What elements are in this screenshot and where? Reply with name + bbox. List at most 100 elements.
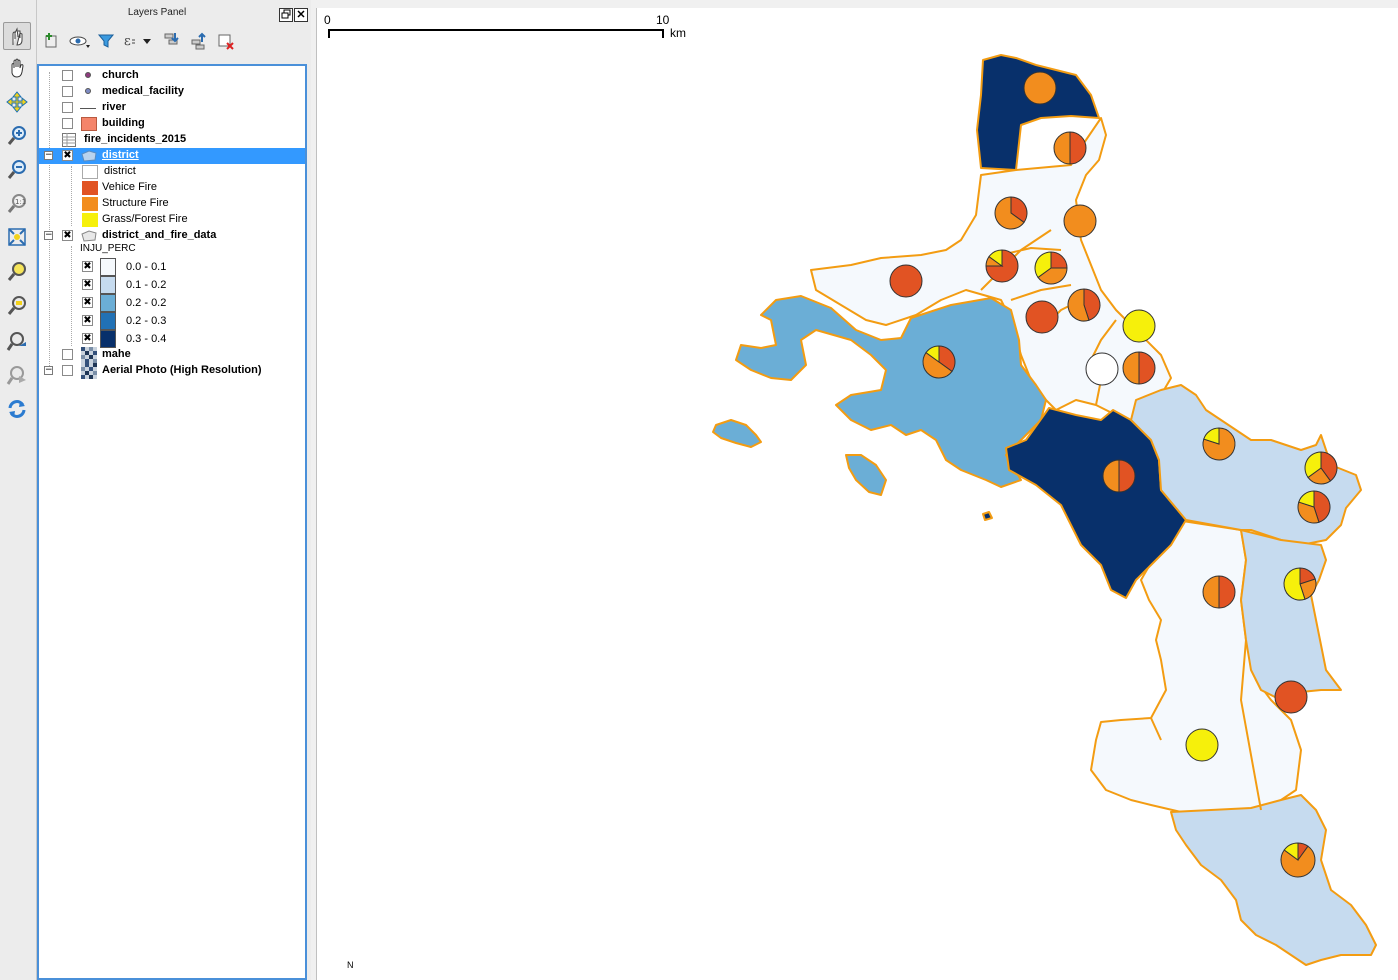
polygon-layer-icon [81, 150, 97, 165]
class-item-1[interactable]: ✖ 0.0 - 0.1 [39, 258, 305, 276]
district-polygon[interactable] [735, 295, 1047, 488]
structure-fire-item: Structure Fire [39, 196, 305, 212]
district-polygon[interactable] [1170, 794, 1377, 966]
river-line-icon [80, 108, 96, 109]
layer-mahe[interactable]: mahe [39, 347, 305, 363]
grass-fire-label: Grass/Forest Fire [102, 213, 188, 225]
class-2-checkbox[interactable]: ✖ [82, 279, 93, 290]
island-polygon[interactable] [982, 511, 993, 521]
expand-all-icon[interactable] [163, 32, 181, 50]
class-3-label: 0.2 - 0.2 [126, 297, 167, 309]
collapse-district-icon[interactable]: − [44, 151, 53, 160]
aerial-label: Aerial Photo (High Resolution) [102, 364, 262, 376]
island-polygon[interactable] [845, 454, 887, 496]
layer-medical-facility[interactable]: medical_facility [39, 84, 305, 100]
north-arrow-label: N [347, 960, 354, 970]
add-group-icon[interactable] [43, 32, 61, 50]
district-label: district [102, 149, 139, 161]
class-item-4[interactable]: ✖ 0.2 - 0.3 [39, 312, 305, 330]
inju-field-label: INJU_PERC [80, 243, 136, 254]
map-svg[interactable]: 0 10 km N [317, 8, 1398, 980]
class-4-swatch [100, 312, 116, 330]
zoom-out-icon[interactable] [3, 155, 31, 183]
class-3-checkbox[interactable]: ✖ [82, 297, 93, 308]
grass-fire-swatch [82, 213, 98, 227]
layer-building[interactable]: building [39, 116, 305, 132]
collapse-aerial-icon[interactable]: − [44, 366, 53, 375]
building-label: building [102, 117, 145, 129]
pan-to-selection-icon[interactable] [3, 88, 31, 116]
pan-icon[interactable] [3, 54, 31, 82]
class-item-3[interactable]: ✖ 0.2 - 0.2 [39, 294, 305, 312]
district-fire-checkbox[interactable]: ✖ [62, 230, 73, 241]
class-item-2[interactable]: ✖ 0.1 - 0.2 [39, 276, 305, 294]
pie-slice [1274, 680, 1308, 714]
structure-fire-label: Structure Fire [102, 197, 169, 209]
layers-panel: Layers Panel ε church medical_facility r… [37, 0, 311, 980]
district-fire-label: district_and_fire_data [102, 229, 217, 241]
layer-aerial-photo[interactable]: − Aerial Photo (High Resolution) [39, 363, 305, 379]
expression-filter-icon[interactable]: ε [123, 32, 151, 50]
zoom-last-icon[interactable] [3, 327, 31, 355]
zoom-native-icon[interactable]: 1:1 [3, 189, 31, 217]
district-polygon[interactable] [1240, 529, 1342, 701]
vehicle-fire-item: Vehice Fire [39, 180, 305, 196]
layer-river[interactable]: river [39, 100, 305, 116]
inju-field-item: INJU_PERC [39, 242, 305, 258]
layer-district[interactable]: − ✖ district [39, 148, 305, 164]
zoom-full-icon[interactable] [3, 223, 31, 251]
scale-start-label: 0 [324, 13, 331, 27]
layer-fire-incidents[interactable]: fire_incidents_2015 [39, 132, 305, 148]
class-1-label: 0.0 - 0.1 [126, 261, 167, 273]
scale-end-label: 10 [656, 13, 670, 27]
district-swatch [82, 165, 98, 179]
restore-icon[interactable] [279, 8, 293, 22]
fire-incidents-label: fire_incidents_2015 [84, 133, 187, 145]
pie-slice [1053, 131, 1071, 165]
church-checkbox[interactable] [62, 70, 73, 81]
medical-facility-checkbox[interactable] [62, 86, 73, 97]
building-checkbox[interactable] [62, 118, 73, 129]
class-item-5[interactable]: ✖ 0.3 - 0.4 [39, 330, 305, 348]
class-1-swatch [100, 258, 116, 276]
collapse-all-icon[interactable] [190, 32, 208, 50]
vehicle-fire-swatch [82, 181, 98, 195]
scale-unit-label: km [670, 26, 686, 40]
remove-layer-icon[interactable] [217, 32, 235, 50]
pie-empty [1085, 352, 1119, 386]
map-navigation-toolbar: 1:1 [0, 0, 37, 980]
class-2-swatch [100, 276, 116, 294]
zoom-next-icon[interactable] [3, 361, 31, 389]
close-icon[interactable] [294, 8, 308, 22]
class-4-checkbox[interactable]: ✖ [82, 315, 93, 326]
scale-bar: 0 10 km [324, 13, 686, 40]
zoom-to-selection-icon[interactable] [3, 257, 31, 285]
layer-tree: church medical_facility river building f… [37, 64, 307, 980]
panel-title: Layers Panel [127, 7, 187, 18]
refresh-icon[interactable] [3, 395, 31, 423]
map-canvas[interactable]: 0 10 km N [316, 8, 1398, 980]
layer-church[interactable]: church [39, 68, 305, 84]
district-checkbox[interactable]: ✖ [62, 150, 73, 161]
zoom-to-layer-icon[interactable] [3, 291, 31, 319]
mahe-checkbox[interactable] [62, 349, 73, 360]
class-5-checkbox[interactable]: ✖ [82, 333, 93, 344]
structure-fire-swatch [82, 197, 98, 211]
medical-facility-label: medical_facility [102, 85, 184, 97]
class-1-checkbox[interactable]: ✖ [82, 261, 93, 272]
vehicle-fire-label: Vehice Fire [102, 181, 158, 193]
river-label: river [102, 101, 126, 113]
visibility-icon[interactable] [69, 32, 90, 50]
touch-select-icon[interactable] [3, 22, 31, 50]
class-5-label: 0.3 - 0.4 [126, 333, 167, 345]
river-checkbox[interactable] [62, 102, 73, 113]
panel-toolbar: ε [43, 30, 303, 54]
aerial-checkbox[interactable] [62, 365, 73, 376]
island-polygon[interactable] [712, 419, 762, 448]
building-swatch [81, 117, 97, 131]
filter-icon[interactable] [97, 32, 115, 50]
class-4-label: 0.2 - 0.3 [126, 315, 167, 327]
zoom-in-icon[interactable] [3, 121, 31, 149]
collapse-district-fire-icon[interactable]: − [44, 231, 53, 240]
medical-symbol-icon [85, 88, 91, 94]
